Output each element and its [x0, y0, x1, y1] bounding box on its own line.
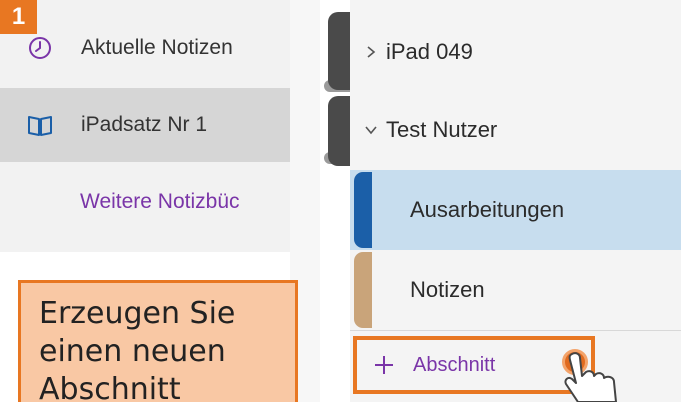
notebook-spine [328, 96, 350, 166]
notebook-item-ipadsatz[interactable]: iPadsatz Nr 1 [0, 88, 290, 162]
notebook-group-ipad-049[interactable]: iPad 049 [350, 12, 681, 92]
chevron-right-icon [362, 43, 380, 61]
step-badge: 1 [0, 0, 37, 34]
notebook-group-label: iPad 049 [386, 39, 473, 64]
more-notebooks-link[interactable]: Weitere Notizbüc [0, 162, 290, 242]
section-item-notizen[interactable]: Notizen [350, 250, 681, 330]
more-notebooks-label: Weitere Notizbüc [80, 190, 240, 213]
callout-line: Abschnitt [39, 372, 181, 402]
section-divider [350, 330, 681, 331]
recent-notes-item[interactable]: Aktuelle Notizen [0, 8, 290, 88]
callout-line: Erzeugen Sie [39, 296, 236, 331]
add-section-label: Abschnitt [413, 353, 496, 376]
section-item-ausarbeitungen[interactable]: Ausarbeitungen [350, 170, 681, 250]
section-color-tab [354, 252, 372, 328]
clock-icon [27, 35, 53, 61]
section-label: Ausarbeitungen [410, 197, 565, 222]
book-icon [27, 112, 53, 138]
instruction-callout: Erzeugen Sie einen neuen Abschnitt [18, 280, 298, 402]
notebook-group-test-nutzer[interactable]: Test Nutzer [350, 92, 681, 168]
hand-pointer-icon [558, 350, 628, 402]
section-label: Notizen [410, 277, 485, 302]
recent-notes-label: Aktuelle Notizen [81, 36, 233, 59]
notebook-spine [328, 12, 350, 90]
callout-line: einen neuen [39, 334, 226, 369]
chevron-down-icon [362, 121, 380, 139]
notebook-label: iPadsatz Nr 1 [81, 113, 208, 136]
section-color-tab [354, 172, 372, 248]
notebook-group-label: Test Nutzer [386, 117, 498, 142]
plus-icon [373, 354, 395, 376]
